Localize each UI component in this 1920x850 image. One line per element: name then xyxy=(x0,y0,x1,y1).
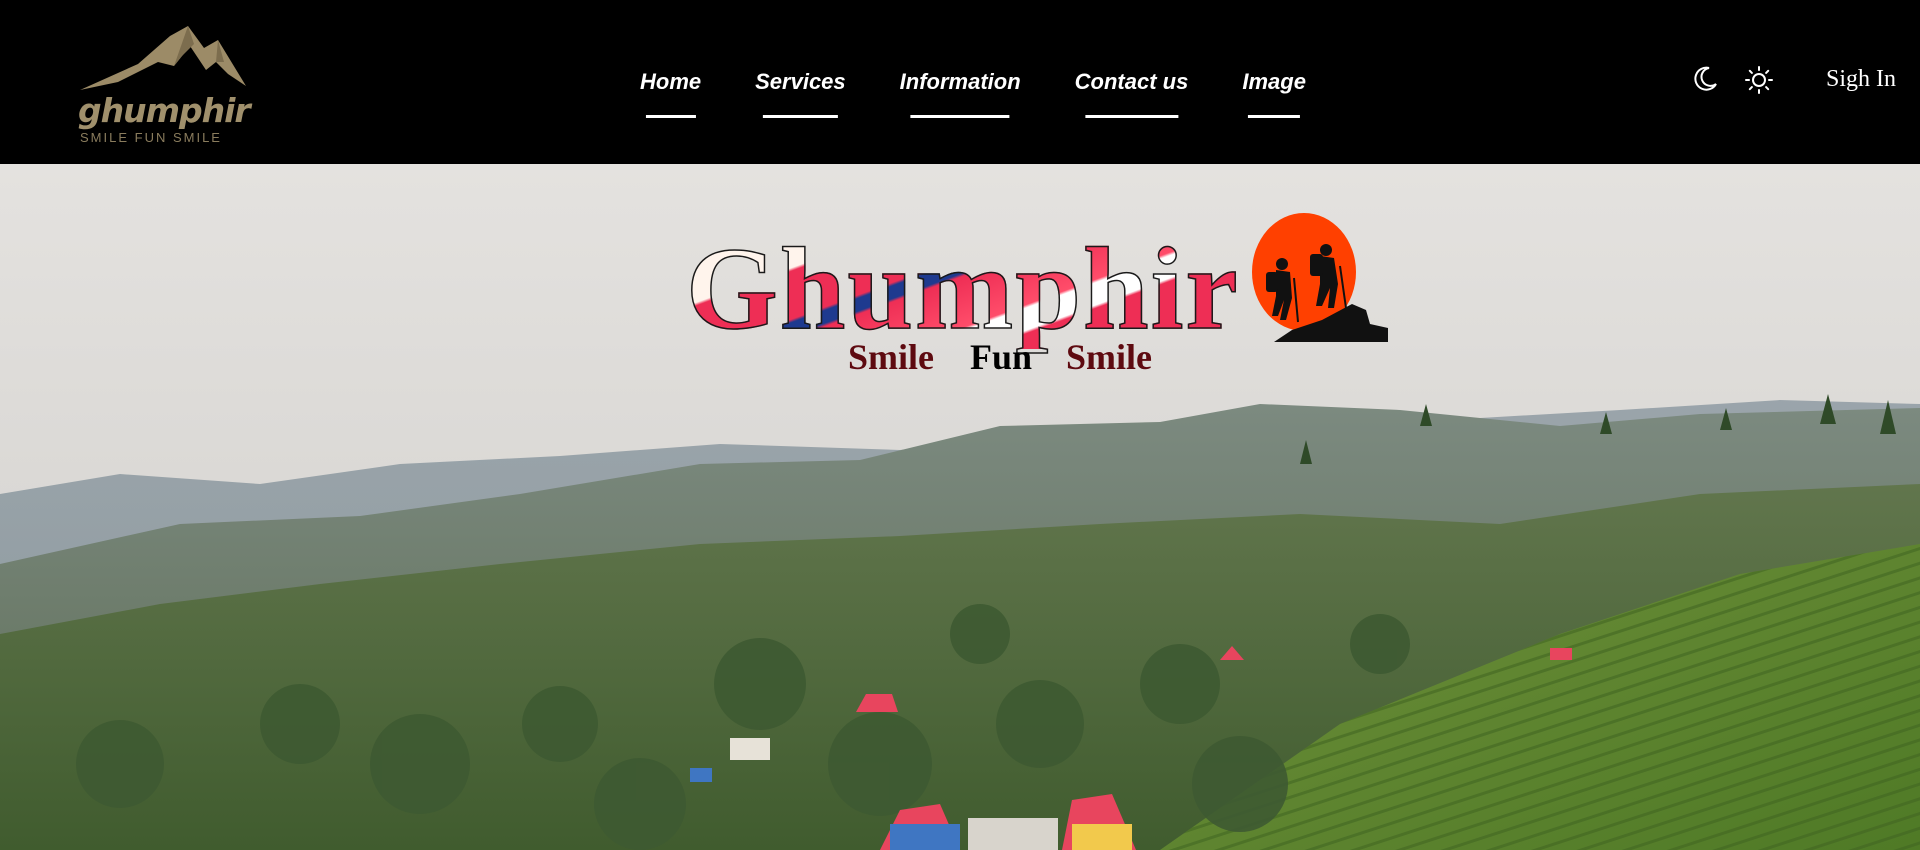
nav-home-label: Home xyxy=(640,69,702,94)
hero-tagline-word-2: Fun xyxy=(970,337,1033,377)
mountain-logo-icon xyxy=(80,26,246,90)
site-header: ghumphir SMILE FUN SMILE Home Services I… xyxy=(0,0,1920,164)
nav-home-underline xyxy=(645,115,696,118)
sign-in-link[interactable]: Sigh In xyxy=(1826,64,1896,94)
hikers-sunset-icon xyxy=(1252,213,1388,342)
logo-wordmark: ghumphir xyxy=(78,91,251,130)
nav-information-underline xyxy=(910,115,1010,118)
moon-icon[interactable] xyxy=(1690,64,1720,94)
site-logo[interactable]: ghumphir SMILE FUN SMILE xyxy=(78,22,251,148)
nav-home[interactable]: Home xyxy=(640,62,701,122)
nav-contact-us-label: Contact us xyxy=(1074,69,1189,94)
nav-image[interactable]: Image xyxy=(1242,62,1306,122)
nav-information[interactable]: Information xyxy=(900,62,1021,122)
hero-title: Ghumphir xyxy=(685,223,1240,354)
nav-image-label: Image xyxy=(1242,69,1306,94)
nav-image-underline xyxy=(1248,115,1301,118)
nav-services-label: Services xyxy=(755,69,846,94)
nav-services-underline xyxy=(763,115,838,118)
sun-icon[interactable] xyxy=(1744,65,1774,95)
hero-banner: Ghumphir Smile Fun Smile xyxy=(0,164,1920,850)
nav-contact-us-underline xyxy=(1084,115,1179,118)
hero-tagline-word-1: Smile xyxy=(848,337,934,377)
nav-services[interactable]: Services xyxy=(755,62,846,122)
hero-tagline-word-3: Smile xyxy=(1066,337,1152,377)
main-nav: Home Services Information Contact us Ima… xyxy=(640,62,1306,122)
logo-tagline: SMILE FUN SMILE xyxy=(80,130,222,145)
nav-contact-us[interactable]: Contact us xyxy=(1074,62,1189,122)
nav-information-label: Information xyxy=(899,69,1021,94)
